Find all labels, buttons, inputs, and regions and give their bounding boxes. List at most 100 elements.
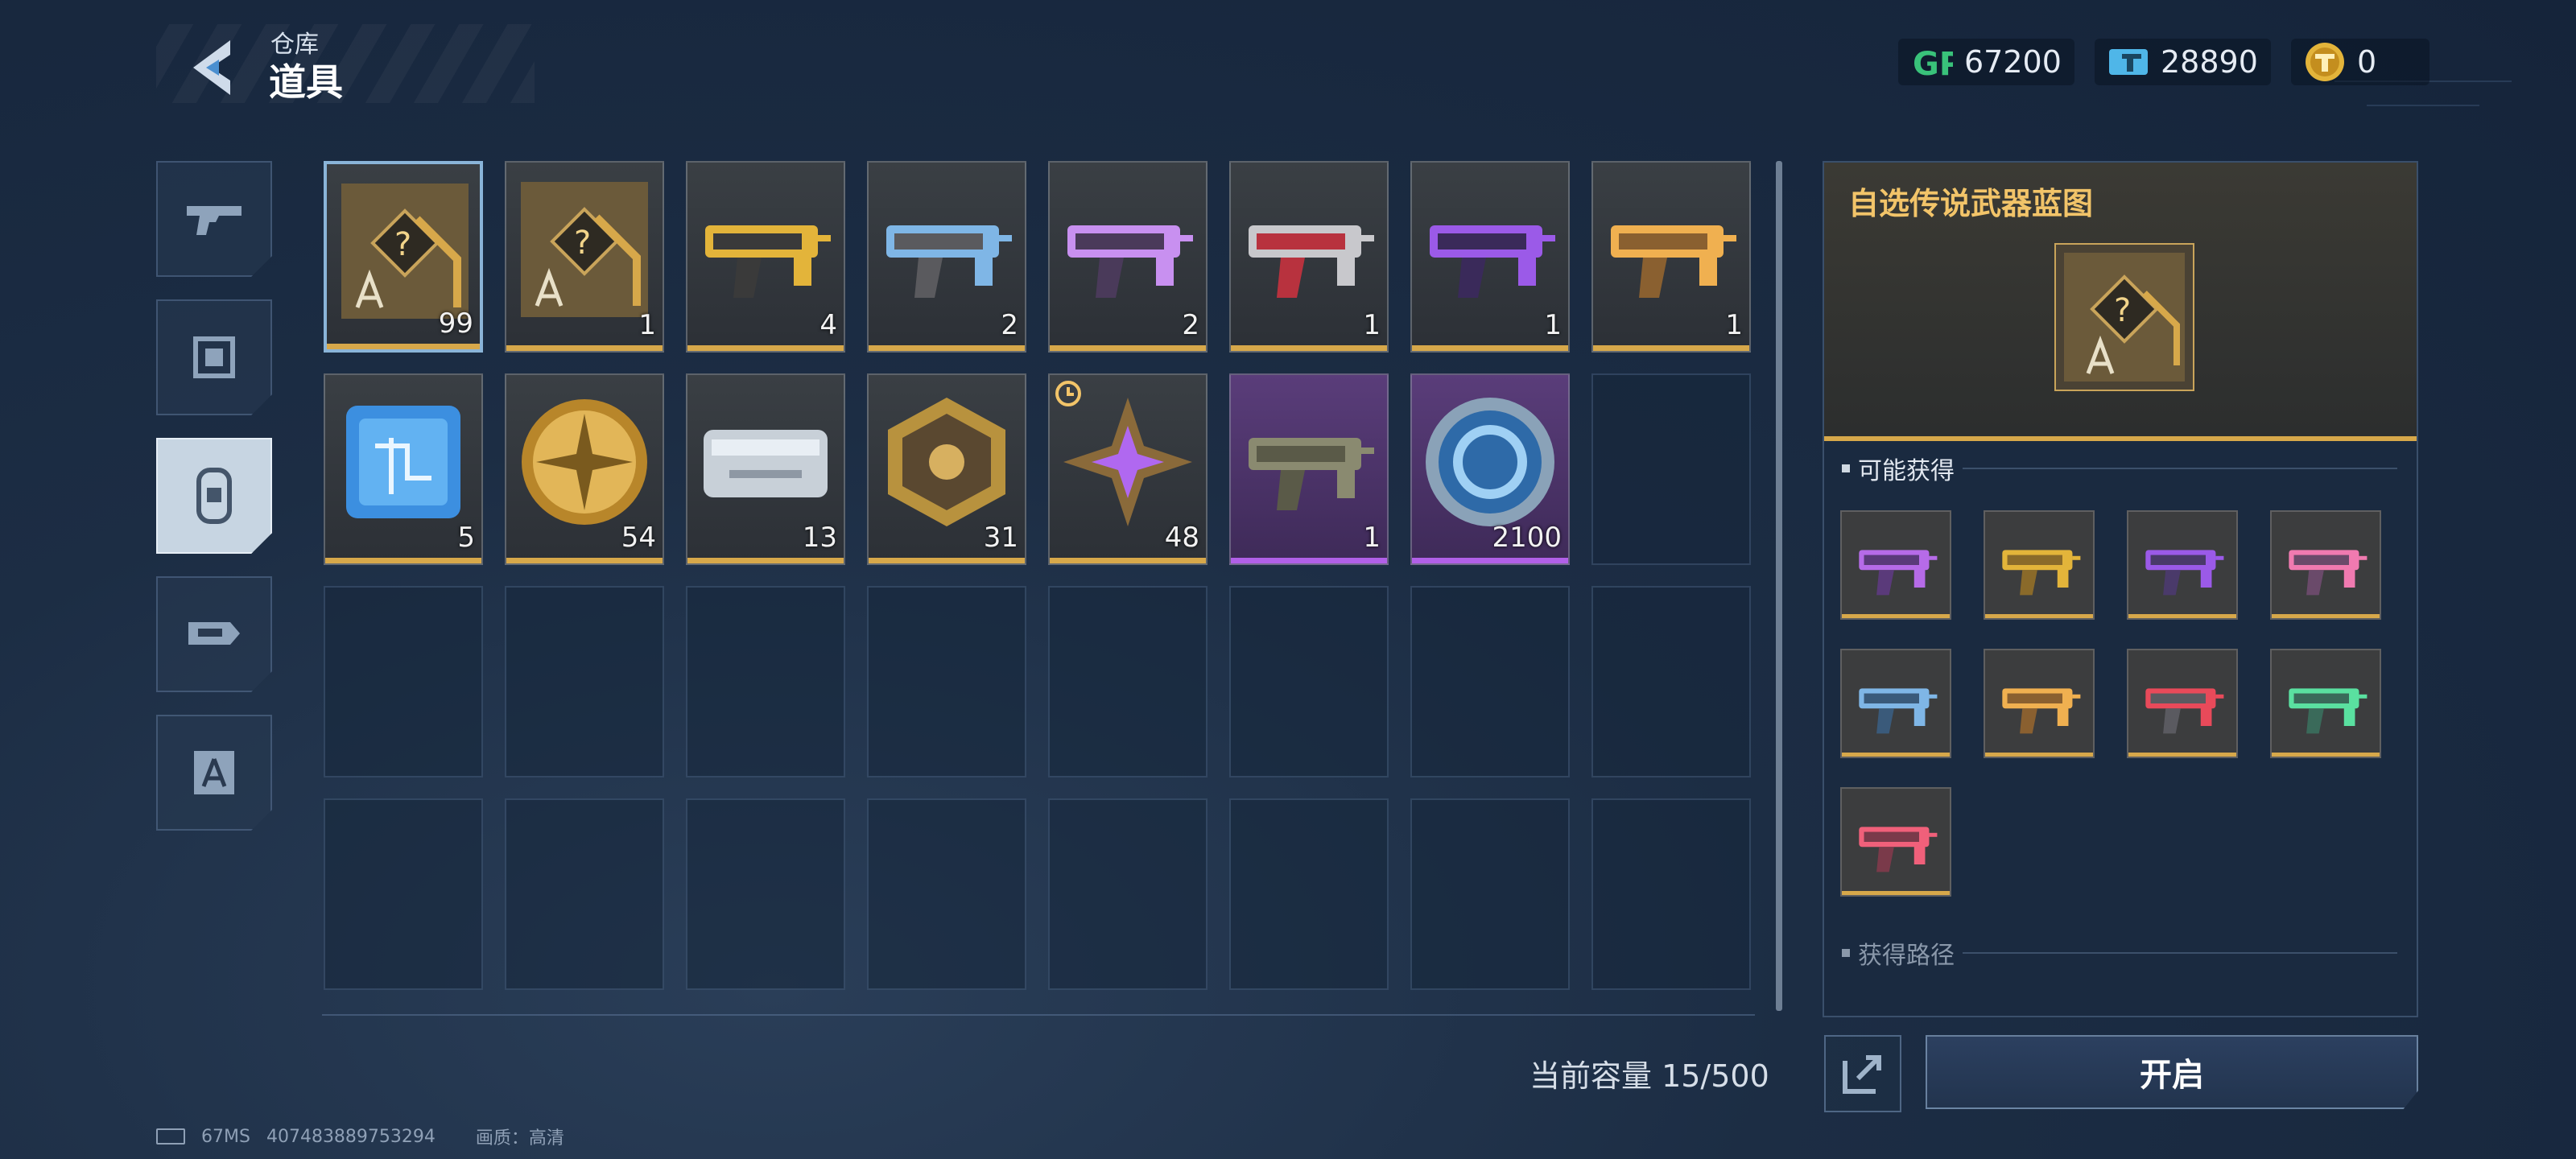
inventory-slot-empty[interactable]	[867, 586, 1026, 777]
share-button[interactable]	[1824, 1035, 1901, 1112]
gp-currency[interactable]: GP 67200	[1898, 39, 2074, 85]
inventory-slot[interactable]: 4	[686, 161, 845, 353]
chip-icon	[335, 390, 472, 534]
item-count: 1	[1363, 309, 1381, 341]
inventory-slot-empty[interactable]	[324, 798, 483, 990]
user-id: 407483889753294	[266, 1126, 436, 1147]
reward-blueprint-item[interactable]	[1984, 649, 2095, 758]
inventory-slot-empty[interactable]	[1591, 798, 1751, 990]
bg-decor-line	[2367, 105, 2479, 106]
coin-value: 0	[2357, 44, 2377, 80]
ticket-icon	[2107, 41, 2149, 83]
rarity-bar	[1842, 891, 1950, 895]
reward-blueprint-item[interactable]	[1984, 510, 2095, 620]
inventory-scrollbar[interactable]	[1776, 161, 1782, 1011]
weapon-blueprint-icon	[1850, 658, 1943, 749]
rifle-red-icon	[1241, 177, 1377, 322]
smg-purple-icon	[1241, 390, 1377, 534]
inventory-slot[interactable]: 5	[324, 373, 483, 565]
inventory-slot[interactable]: 31	[867, 373, 1026, 565]
rarity-bar	[2272, 614, 2380, 618]
reward-blueprint-item[interactable]	[1840, 787, 1951, 897]
item-count: 5	[457, 522, 475, 554]
inventory-slot[interactable]: 1	[1591, 161, 1751, 353]
item-count: 4	[819, 309, 837, 341]
inventory-slot[interactable]: 2100	[1410, 373, 1570, 565]
rarity-bar	[869, 558, 1025, 563]
svg-text:?: ?	[394, 226, 411, 263]
back-arrow-icon	[193, 40, 230, 95]
inventory-slot-empty[interactable]	[1229, 586, 1389, 777]
inventory-slot[interactable]: 1	[1229, 373, 1389, 565]
inventory-slot-empty[interactable]	[324, 586, 483, 777]
rarity-bar	[2128, 614, 2236, 618]
inventory-slot[interactable]: 48	[1048, 373, 1208, 565]
weapon-blueprint-icon	[1993, 520, 2087, 610]
inventory-slot-empty[interactable]	[867, 798, 1026, 990]
reward-blueprint-item[interactable]	[1840, 510, 1951, 620]
inventory-slot-empty[interactable]	[1591, 586, 1751, 777]
pistol-icon	[187, 206, 242, 235]
inventory-slot-empty[interactable]	[505, 586, 664, 777]
rarity-bar	[506, 558, 663, 563]
tab-gifts[interactable]	[156, 576, 272, 692]
inventory-slot[interactable]: ? 1	[505, 161, 664, 353]
open-button[interactable]: 开启	[1926, 1035, 2418, 1109]
rarity-bar	[1412, 345, 1568, 351]
rarity-bar	[1231, 345, 1387, 351]
purple-star-icon	[1059, 390, 1196, 534]
inventory-slot-empty[interactable]	[1048, 586, 1208, 777]
rarity-bar	[1842, 614, 1950, 618]
inventory-slot-empty[interactable]	[505, 798, 664, 990]
rarity-bar	[1412, 558, 1568, 563]
page-title: 道具	[269, 60, 343, 104]
hex-badge-icon	[878, 390, 1015, 534]
weapon-blueprint-icon	[1850, 520, 1943, 610]
inventory-slot-empty[interactable]	[1410, 586, 1570, 777]
inventory-slot[interactable]: ? 99	[324, 161, 483, 353]
rarity-bar	[687, 345, 844, 351]
rarity-bar	[1985, 753, 2093, 757]
inventory-slot-empty[interactable]	[686, 586, 845, 777]
tab-weapons[interactable]	[156, 161, 272, 277]
reward-blueprint-item[interactable]	[1840, 649, 1951, 758]
possible-rewards-label: 可能获得	[1858, 457, 1955, 485]
reward-blueprint-item[interactable]	[2127, 649, 2238, 758]
quality-label: 画质：高清	[475, 1128, 564, 1149]
gold-coin-icon	[516, 390, 653, 534]
inventory-slot[interactable]: 2	[1048, 161, 1208, 353]
ticket-value: 28890	[2161, 44, 2258, 80]
inventory-slot-empty[interactable]	[1410, 798, 1570, 990]
blueprint-box-icon: ?	[2054, 243, 2194, 391]
source-label: 获得路径	[1858, 942, 1955, 970]
weapon-blueprint-icon	[2136, 658, 2230, 749]
item-count: 54	[621, 522, 656, 554]
gift-icon	[188, 622, 240, 645]
section-line	[1963, 952, 2397, 954]
section-line	[1963, 468, 2397, 469]
share-icon	[1843, 1055, 1881, 1094]
inventory-slot[interactable]: 2	[867, 161, 1026, 353]
coin-currency[interactable]: 0	[2291, 39, 2429, 85]
tab-blueprints[interactable]	[156, 715, 272, 831]
inventory-slot-empty[interactable]	[1229, 798, 1389, 990]
inventory-slot-empty[interactable]	[686, 798, 845, 990]
coin-icon	[2304, 41, 2346, 83]
inventory-slot[interactable]: 1	[1410, 161, 1570, 353]
inventory-slot[interactable]: 1	[1229, 161, 1389, 353]
inventory-slot-empty[interactable]	[1591, 373, 1751, 565]
inventory-slot[interactable]: 54	[505, 373, 664, 565]
section-marker	[1842, 464, 1850, 472]
reward-blueprint-item[interactable]	[2270, 510, 2381, 620]
inventory-slot[interactable]: 13	[686, 373, 845, 565]
capacity-label: 当前容量 15/500	[1530, 1058, 1769, 1094]
ticket-currency[interactable]: 28890	[2095, 39, 2271, 85]
reward-blueprint-item[interactable]	[2127, 510, 2238, 620]
inventory-slot-empty[interactable]	[1048, 798, 1208, 990]
tab-frames[interactable]	[156, 299, 272, 415]
rarity-bar	[2272, 753, 2380, 757]
reward-blueprint-item[interactable]	[2270, 649, 2381, 758]
case-icon	[697, 390, 834, 534]
back-button[interactable]	[182, 35, 246, 100]
tab-items[interactable]	[156, 438, 272, 554]
